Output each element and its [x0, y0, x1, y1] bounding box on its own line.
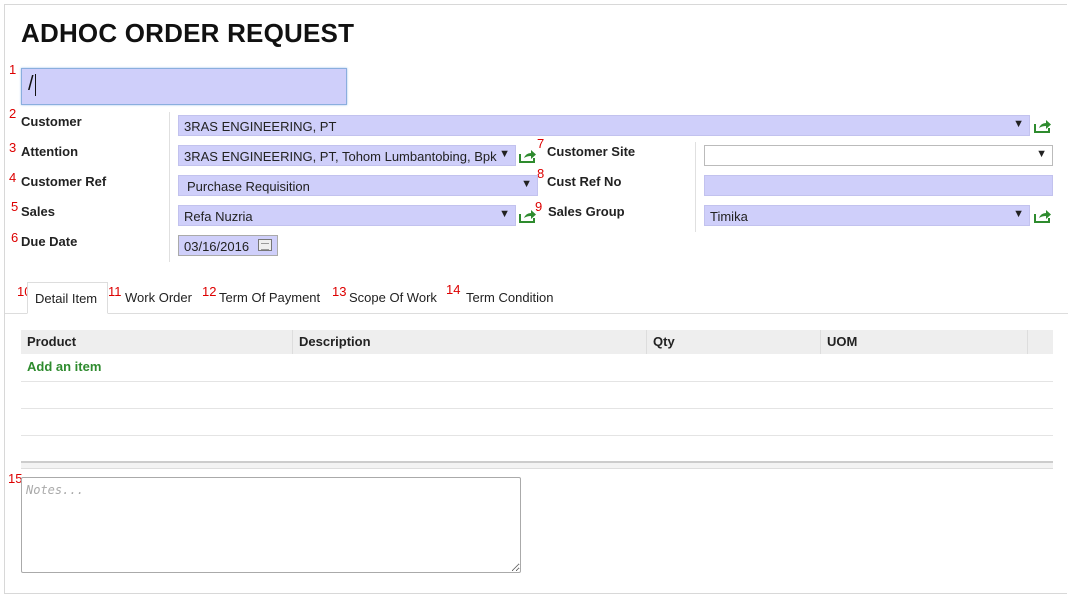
- marker-7: 7: [537, 136, 545, 151]
- customer-label: Customer: [21, 114, 82, 129]
- external-link-icon[interactable]: [1034, 119, 1052, 133]
- marker-3: 3: [9, 140, 17, 155]
- tab-term-of-payment[interactable]: Term Of Payment: [219, 282, 320, 314]
- marker-1: 1: [9, 62, 17, 77]
- item-table-header: Product Description Qty UOM: [21, 330, 1053, 354]
- row-divider: [21, 381, 1053, 382]
- sales-group-label: Sales Group: [548, 204, 625, 219]
- tab-detail-item[interactable]: Detail Item: [27, 282, 109, 314]
- customer-site-label: Customer Site: [547, 144, 636, 159]
- column-description[interactable]: Description: [293, 330, 647, 354]
- chevron-down-icon: ▼: [1013, 118, 1024, 130]
- due-date-input[interactable]: 03/16/2016: [178, 235, 278, 256]
- sales-value: Refa Nuzria: [184, 209, 253, 224]
- marker-2: 2: [9, 106, 17, 121]
- add-item-link[interactable]: Add an item: [27, 359, 101, 374]
- due-date-label: Due Date: [21, 234, 78, 249]
- external-link-icon[interactable]: [519, 209, 537, 223]
- chevron-down-icon: ▼: [497, 148, 510, 160]
- customer-ref-select[interactable]: Purchase Requisition ▼: [178, 175, 538, 196]
- attention-value: 3RAS ENGINEERING, PT, Tohom Lumbantobing…: [184, 149, 497, 164]
- cust-ref-no-input[interactable]: [704, 175, 1053, 196]
- tab-work-order[interactable]: Work Order: [125, 282, 192, 314]
- chevron-down-icon: ▼: [521, 178, 532, 190]
- row-divider: [21, 408, 1053, 409]
- right-label-divider: [695, 142, 696, 232]
- sales-group-value: Timika: [710, 209, 748, 224]
- customer-ref-value: Purchase Requisition: [187, 179, 310, 194]
- tab-bar: Detail Item Work Order Term Of Payment S…: [5, 282, 1068, 314]
- marker-5: 5: [11, 199, 19, 214]
- external-link-icon[interactable]: [1034, 209, 1052, 223]
- chevron-down-icon: ▼: [1036, 148, 1047, 160]
- cust-ref-no-label: Cust Ref No: [547, 174, 622, 189]
- column-uom[interactable]: UOM: [821, 330, 1028, 354]
- due-date-value: 03/16/2016: [184, 239, 250, 254]
- calendar-icon[interactable]: [258, 239, 272, 251]
- tab-scope-of-work[interactable]: Scope Of Work: [349, 282, 437, 314]
- order-name-input[interactable]: /: [21, 68, 347, 105]
- customer-value: 3RAS ENGINEERING, PT: [184, 119, 337, 134]
- sales-select[interactable]: Refa Nuzria ▼: [178, 205, 516, 226]
- order-name-value: /: [28, 73, 34, 95]
- marker-4: 4: [9, 170, 17, 185]
- column-product[interactable]: Product: [21, 330, 293, 354]
- sales-group-select[interactable]: Timika ▼: [704, 205, 1030, 226]
- attention-label: Attention: [21, 144, 79, 159]
- table-footer: [21, 461, 1053, 469]
- row-divider: [21, 435, 1053, 436]
- notes-textarea[interactable]: [21, 477, 521, 573]
- chevron-down-icon: ▼: [1013, 208, 1024, 220]
- marker-6: 6: [11, 230, 19, 245]
- customer-site-select[interactable]: ▼: [704, 145, 1053, 166]
- label-divider: [169, 112, 170, 262]
- column-qty[interactable]: Qty: [647, 330, 821, 354]
- external-link-icon[interactable]: [519, 149, 537, 163]
- customer-select[interactable]: 3RAS ENGINEERING, PT ▼: [178, 115, 1030, 136]
- tab-term-condition[interactable]: Term Condition: [466, 282, 553, 314]
- chevron-down-icon: ▼: [499, 208, 510, 220]
- customer-ref-label: Customer Ref: [21, 174, 107, 189]
- sales-label: Sales: [21, 204, 55, 219]
- page-title: ADHOC ORDER REQUEST: [21, 18, 355, 48]
- attention-select[interactable]: 3RAS ENGINEERING, PT, Tohom Lumbantobing…: [178, 145, 516, 166]
- marker-8: 8: [537, 166, 545, 181]
